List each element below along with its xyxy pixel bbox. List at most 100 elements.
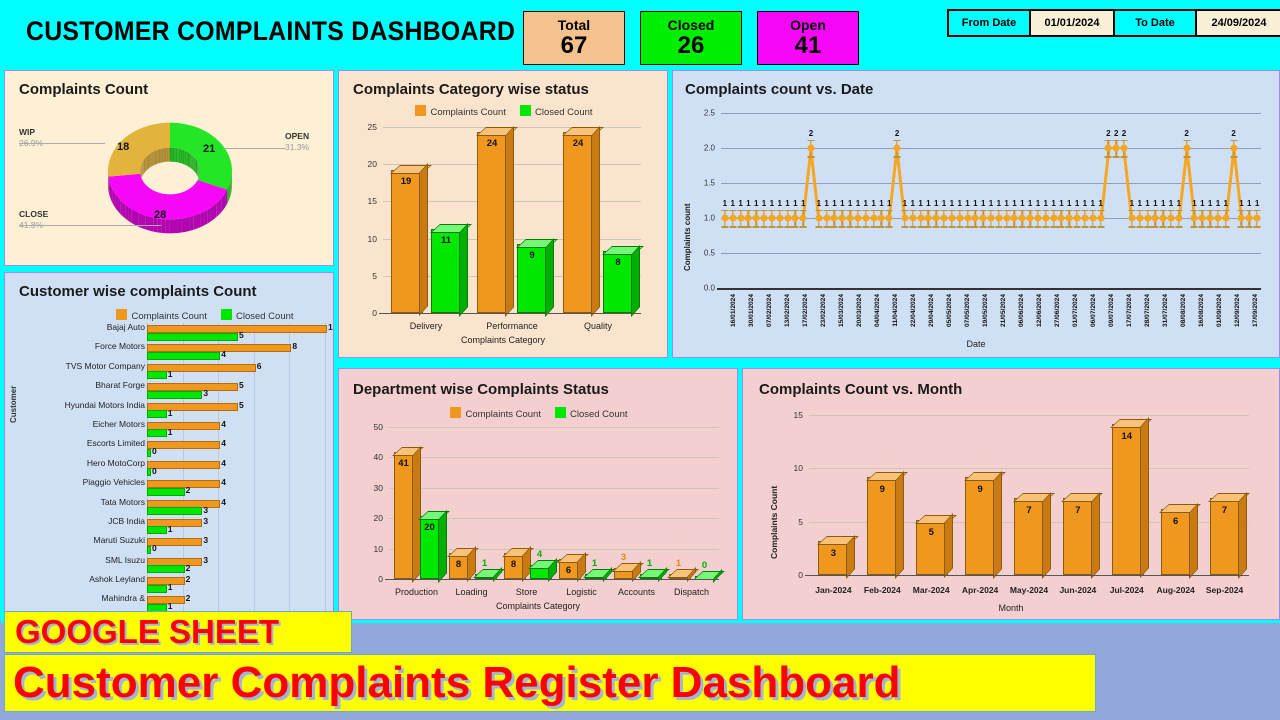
closed-value-label: 4	[536, 548, 543, 560]
complaints-value: 5	[239, 380, 244, 391]
customer-row: Escorts Limited 4 0	[25, 438, 333, 458]
data-point	[987, 214, 995, 222]
customer-name: JCB India	[108, 515, 145, 526]
customer-axis-label: Customer	[9, 385, 18, 423]
data-point-label: 1	[1176, 198, 1182, 208]
data-point	[815, 214, 823, 222]
closed-bar	[147, 410, 167, 419]
complaints-value: 4	[221, 496, 226, 507]
data-point	[838, 214, 846, 222]
month-value-label: 14	[1121, 430, 1133, 442]
x-axis-tick: 12/06/2024	[1036, 294, 1043, 328]
customer-row: SML Isuzu 3 2	[25, 554, 333, 575]
date-y-axis-label: Complaints count	[683, 203, 692, 271]
department-status-title: Department wise Complaints Status	[353, 381, 609, 398]
y-axis-tick: 20	[367, 159, 377, 170]
data-point-label: 2	[1184, 128, 1189, 138]
donut-chart	[83, 109, 258, 249]
y-axis-tick: 0.5	[703, 248, 715, 258]
data-point-label: 2	[1121, 128, 1127, 138]
data-point	[721, 214, 729, 222]
complaints-value-label: 8	[510, 558, 517, 570]
category-status-title: Complaints Category wise status	[353, 81, 589, 98]
complaints-value: 10	[328, 322, 333, 332]
x-axis-tick: 20/03/2024	[856, 294, 863, 328]
y-axis-tick: 10	[367, 233, 377, 244]
data-point	[807, 144, 815, 152]
x-axis-category: Performance	[486, 321, 538, 331]
x-axis-tick: 01/07/2024	[1072, 294, 1079, 328]
month-value-label: 7	[1221, 505, 1228, 517]
department-status-plot: 0 10 20 30 40 50 41 20 Production 8 1 Loading 8 4 Stor…	[374, 422, 725, 597]
complaints-value: 4	[221, 418, 226, 429]
closed-value: 5	[239, 330, 244, 340]
month-value-label: 7	[1075, 505, 1081, 517]
x-axis-category: Production	[394, 587, 439, 597]
from-date-input[interactable]: 01/01/2024	[1031, 11, 1115, 35]
dashboard-name-banner: Customer Complaints Register Dashboard	[4, 654, 1096, 712]
data-point	[940, 214, 948, 222]
data-point	[932, 214, 940, 222]
customer-name: Ashok Leyland	[89, 574, 145, 585]
kpi-closed-label: Closed	[667, 17, 715, 34]
complaints-value: 2	[185, 593, 191, 604]
data-point-label: 1	[949, 198, 955, 208]
data-point	[1097, 214, 1105, 222]
to-date-label: To Date	[1115, 11, 1197, 35]
kpi-open-value: 41	[794, 31, 822, 59]
y-axis-tick: 0	[798, 570, 803, 580]
closed-bar	[147, 390, 203, 399]
closed-value: 4	[221, 349, 226, 360]
data-point-label: 1	[1067, 198, 1072, 208]
closed-value: 2	[185, 562, 191, 573]
customer-wise-plot: Bajaj Auto105Force Motors84TVS Motor Com…	[25, 322, 333, 618]
data-point-label: 1	[816, 198, 822, 208]
complaints-value: 5	[239, 399, 244, 410]
complaints-value: 3	[203, 535, 209, 546]
y-axis-tick: 25	[367, 122, 377, 132]
data-point	[1237, 214, 1245, 222]
data-point	[1198, 214, 1206, 222]
y-axis-tick: 15	[367, 196, 377, 207]
date-range-filter[interactable]: From Date 01/01/2024 To Date 24/09/2024	[947, 9, 1280, 37]
data-point-label: 1	[793, 198, 798, 208]
month-value-label: 6	[1173, 516, 1179, 527]
month-value-label: 9	[977, 484, 983, 495]
kpi-open-label: Open	[790, 17, 826, 34]
data-point	[830, 214, 838, 222]
donut-label-open: OPEN 31.3%	[285, 131, 310, 152]
data-point	[1144, 214, 1152, 222]
data-point	[784, 214, 792, 222]
month-value-label: 7	[1026, 505, 1032, 517]
data-point-label: 1	[1192, 198, 1197, 208]
closed-value: 3	[203, 504, 209, 515]
leader-line-wip	[19, 143, 105, 144]
closed-bar	[147, 429, 167, 438]
customer-name: Force Motors	[94, 341, 145, 352]
department-status-legend: Complaints Count Closed Count	[399, 407, 679, 420]
month-value-label: 5	[928, 526, 934, 538]
complaints-value: 3	[203, 554, 209, 565]
to-date-input[interactable]: 24/09/2024	[1197, 11, 1280, 35]
y-axis-tick: 5	[798, 516, 803, 527]
data-point-label: 1	[863, 198, 869, 208]
data-point-label: 1	[1074, 198, 1080, 208]
y-axis-tick: 1.0	[703, 213, 715, 223]
data-point-label: 1	[926, 198, 931, 208]
complaints-column	[561, 125, 604, 317]
data-point-label: 2	[1231, 128, 1236, 138]
data-point-label: 1	[988, 198, 994, 208]
y-axis-tick: 50	[373, 422, 383, 432]
complaints-value: 6	[256, 360, 262, 371]
x-axis-category: Dispatch	[673, 587, 709, 597]
customer-wise-legend: Complaints Count Closed Count	[85, 309, 325, 322]
data-point-label: 1	[1223, 198, 1229, 208]
data-point-label: 1	[1254, 198, 1260, 208]
complaints-value: 4	[221, 438, 226, 449]
y-axis-tick: 15	[793, 410, 803, 420]
data-point	[854, 214, 862, 222]
customer-name: Tata Motors	[100, 496, 145, 507]
data-point	[1026, 214, 1034, 222]
closed-value: 1	[167, 601, 173, 612]
x-axis-tick: 28/07/2024	[1144, 294, 1151, 328]
